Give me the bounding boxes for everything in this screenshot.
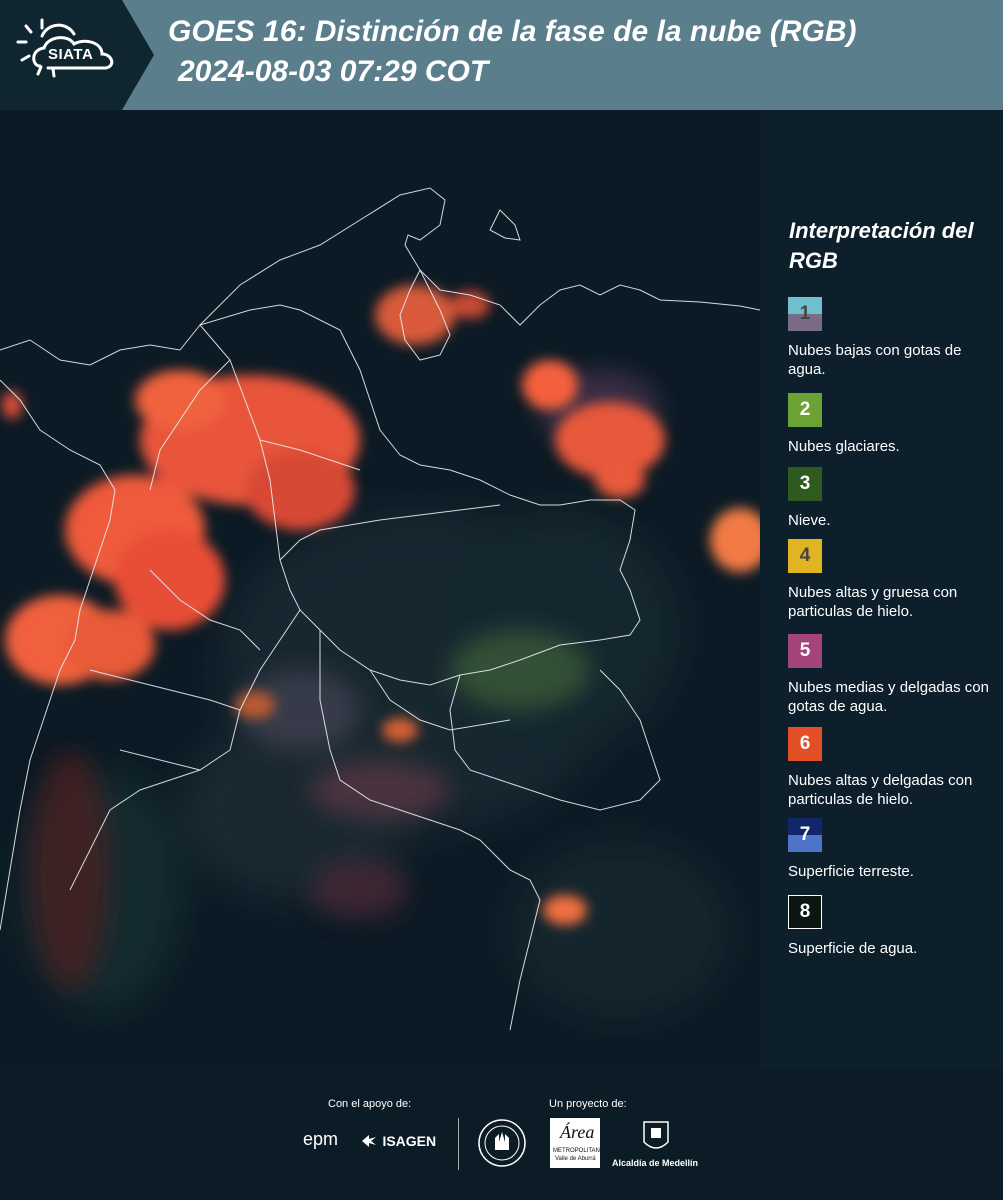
isagen-icon xyxy=(362,1134,376,1147)
coat-of-arms-icon xyxy=(643,1121,669,1149)
area-logo-sub2: Valle de Aburrá xyxy=(555,1156,596,1162)
isagen-logo[interactable]: ISAGEN xyxy=(360,1132,436,1150)
project-label: Un proyecto de: xyxy=(549,1098,627,1110)
legend-label-8: Superficie de agua. xyxy=(788,940,918,957)
satellite-image xyxy=(0,110,760,1070)
header-bar: SIATA GOES 16: Distinción de la fase de … xyxy=(0,0,1003,110)
isagen-logo-text: ISAGEN xyxy=(382,1132,437,1149)
alcaldia-logo-text: Alcaldía de Medellín xyxy=(612,1158,699,1168)
epm-logo[interactable]: epm xyxy=(303,1129,338,1150)
legend-label-2: Nubes glaciares. xyxy=(788,438,900,455)
legend-item-8: 8 Superficie de agua. xyxy=(788,895,998,958)
legend-item-3: 3 Nieve. xyxy=(788,467,998,530)
legend-item-6: 6 Nubes altas y delgadas con particulas … xyxy=(788,727,998,809)
legend-swatch-2: 2 xyxy=(788,393,822,427)
legend-title: Interpretación del RGB xyxy=(789,218,974,273)
satellite-map[interactable] xyxy=(0,110,760,1070)
legend-label-1: Nubes bajas con gotas de agua. xyxy=(788,342,962,378)
area-logo-text: Área xyxy=(560,1122,595,1142)
legend-item-4: 4 Nubes altas y gruesa con particulas de… xyxy=(788,539,998,621)
siata-logo-text: SIATA xyxy=(48,46,94,63)
legend-item-2: 2 Nubes glaciares. xyxy=(788,393,998,456)
legend-swatch-7: 7 xyxy=(788,818,822,852)
siata-logo[interactable]: SIATA xyxy=(0,0,122,110)
footer-divider xyxy=(458,1118,459,1170)
legend-swatch-5: 5 xyxy=(788,634,822,668)
legend-panel: Interpretación del RGB 1 Nubes bajas con… xyxy=(760,110,1003,1070)
legend-swatch-4: 4 xyxy=(788,539,822,573)
legend-item-7: 7 Superficie terreste. xyxy=(788,818,998,881)
footer: Con el apoyo de: Un proyecto de: epm ISA… xyxy=(0,1070,1003,1200)
legend-label-5: Nubes medias y delgadas con gotas de agu… xyxy=(788,679,989,715)
legend-item-5: 5 Nubes medias y delgadas con gotas de a… xyxy=(788,634,998,716)
area-metropolitana-logo[interactable]: Área METROPOLITANA Valle de Aburrá xyxy=(550,1118,604,1168)
legend-swatch-8: 8 xyxy=(788,895,822,929)
legend-label-6: Nubes altas y delgadas con particulas de… xyxy=(788,772,973,808)
header-arrow-decoration xyxy=(122,0,154,110)
alcaldia-logo[interactable]: Alcaldía de Medellín xyxy=(612,1118,702,1168)
seal-logo[interactable] xyxy=(477,1118,527,1173)
legend-label-3: Nieve. xyxy=(788,512,831,529)
legend-swatch-1: 1 xyxy=(788,297,822,331)
legend-item-1: 1 Nubes bajas con gotas de agua. xyxy=(788,297,998,379)
legend-label-7: Superficie terreste. xyxy=(788,863,914,880)
page-title: GOES 16: Distinción de la fase de la nub… xyxy=(168,15,857,48)
legend-swatch-6: 6 xyxy=(788,727,822,761)
legend-label-4: Nubes altas y gruesa con particulas de h… xyxy=(788,584,958,620)
seal-icon xyxy=(478,1119,526,1167)
page-datetime: 2024-08-03 07:29 COT xyxy=(178,55,489,88)
support-label: Con el apoyo de: xyxy=(328,1098,412,1110)
area-logo-sub1: METROPOLITANA xyxy=(553,1148,604,1154)
legend-swatch-3: 3 xyxy=(788,467,822,501)
